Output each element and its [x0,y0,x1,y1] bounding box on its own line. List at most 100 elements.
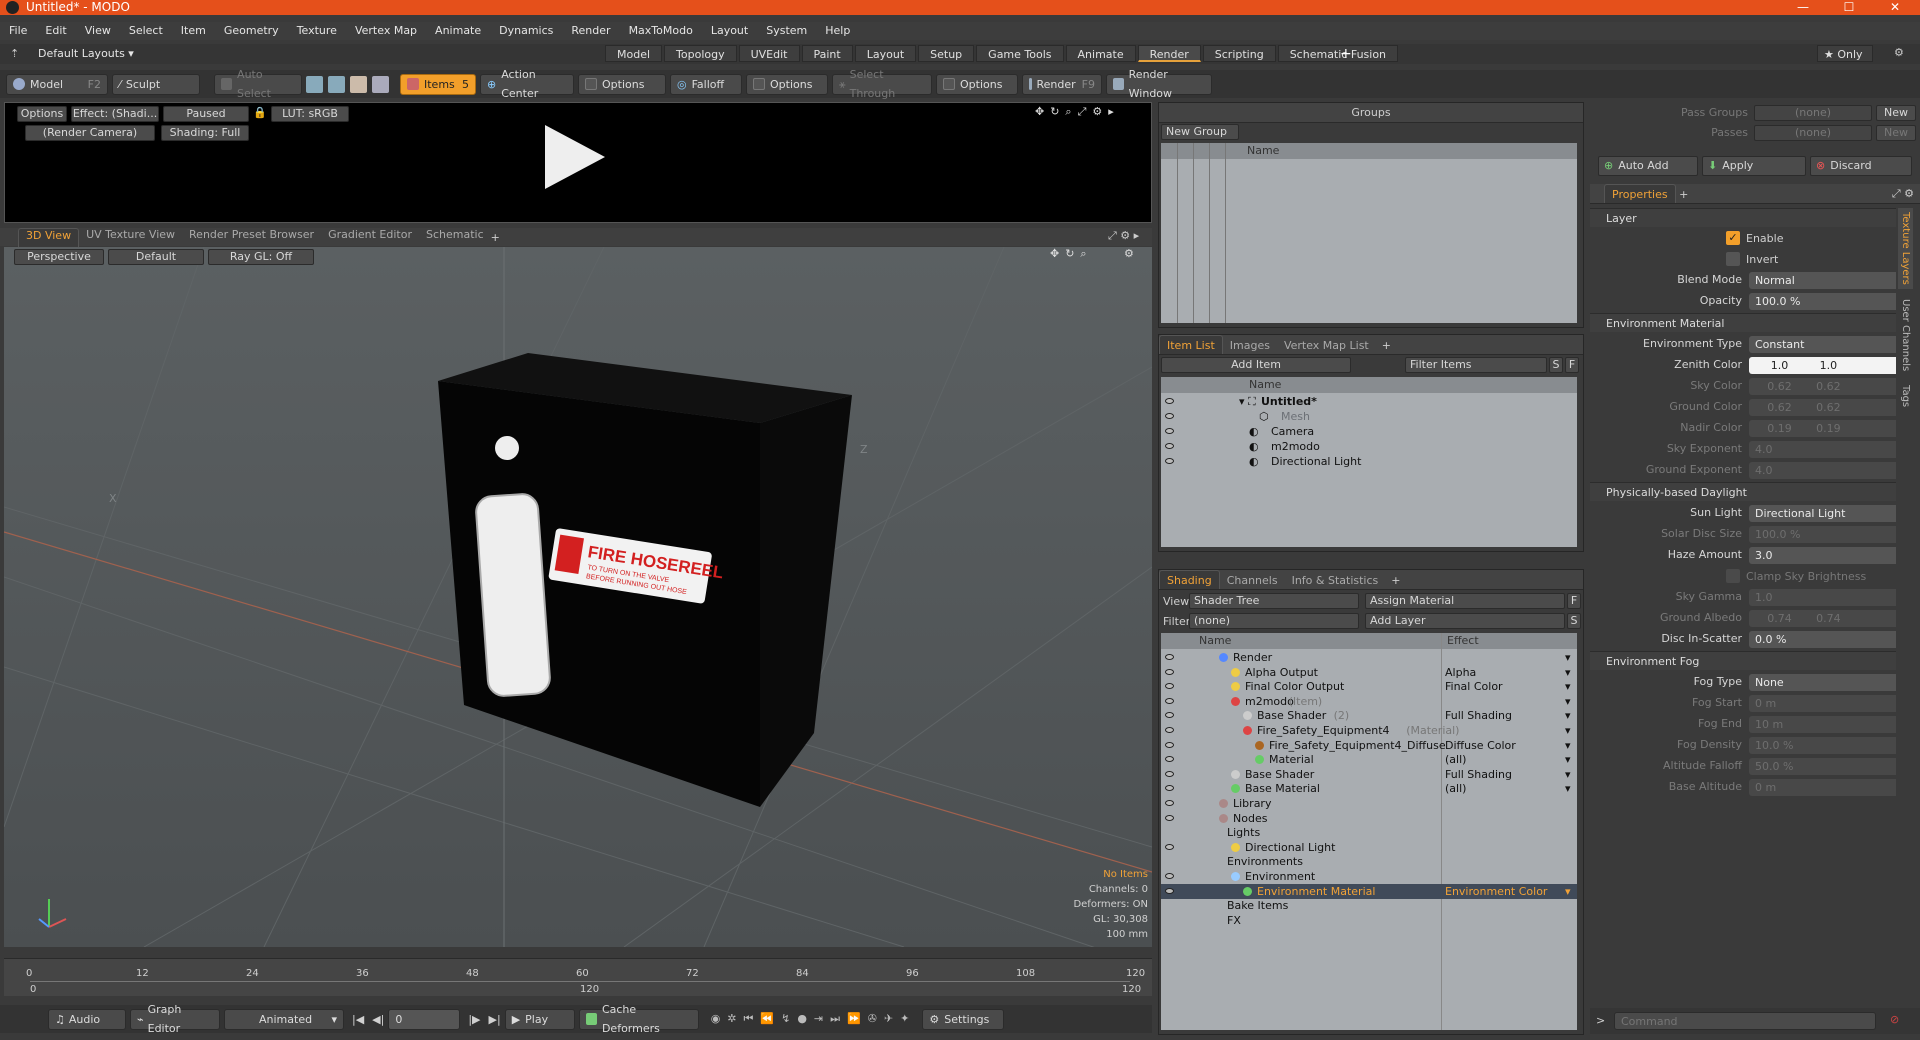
invert-checkbox[interactable] [1726,252,1740,266]
action-center-button[interactable]: ⊕ Action Center [480,68,574,100]
shader-effect[interactable]: Alpha [1445,665,1476,680]
default-dropdown[interactable]: Default [108,249,204,265]
eye-icon[interactable] [1165,843,1174,850]
lut-dropdown[interactable]: LUT: sRGB [271,106,349,122]
shading-dropdown[interactable]: Shading: Full [161,125,249,141]
render-window-button[interactable]: Render Window [1106,68,1212,100]
shader-row[interactable]: Base Material (all) ▾ [1161,781,1577,796]
add-tab-icon[interactable]: + [1382,339,1391,352]
shader-row[interactable]: Bake Items [1161,898,1577,913]
disc-field[interactable]: 0.0 % [1749,631,1896,648]
render-button[interactable]: Render F9 [1022,73,1102,95]
add-layer-dropdown[interactable]: Add Layer [1365,613,1565,629]
menu-render[interactable]: Render [562,22,619,40]
env-type-dropdown[interactable]: Constant [1749,336,1896,353]
settings-button[interactable]: ⚙ Settings [922,1008,1005,1030]
alt-field[interactable]: 50.0 % [1749,758,1896,775]
stop-icon[interactable]: ⊘ [1890,1013,1899,1026]
eye-icon[interactable] [1165,428,1174,434]
layout-tab-topology[interactable]: Topology [664,45,737,62]
tab-images[interactable]: Images [1223,336,1277,355]
shader-effect[interactable]: Diffuse Color [1445,738,1516,753]
layout-tab-setup[interactable]: Setup [918,45,975,62]
tab-render-preset-browser[interactable]: Render Preset Browser [182,228,321,247]
properties-tab[interactable]: Properties [1604,184,1676,203]
minimize-button[interactable]: — [1780,0,1826,15]
chevron-down-icon[interactable]: ▾ [1565,723,1571,738]
vertices-mode-icon[interactable] [306,75,323,93]
layer-section[interactable]: Layer [1590,208,1896,227]
fog-end-field[interactable]: 10 m [1749,716,1896,733]
assign-material-button[interactable]: Assign Material [1365,593,1565,609]
item-row[interactable]: ◐ Camera [1161,424,1577,439]
viewport-nav-icons[interactable]: ✥↻⌕ [1050,247,1093,261]
chevron-down-icon[interactable]: ▾ [1565,708,1571,723]
pass-groups-dropdown[interactable]: (none) [1754,105,1872,121]
eye-icon[interactable] [1165,800,1174,806]
layout-tab-uvedit[interactable]: UVEdit [738,45,800,62]
shader-row[interactable]: Environment Material Environment Color ▾ [1161,883,1577,899]
eye-icon[interactable] [1165,458,1174,464]
pbd-section[interactable]: Physically-based Daylight [1590,482,1896,501]
add-tab-icon[interactable]: + [1391,574,1400,587]
groups-list[interactable]: Name [1161,143,1577,323]
chevron-down-icon[interactable]: ▾ [1565,767,1571,782]
key-tools-icons[interactable]: ◉✲⏮⏪↯●⇥⏭⏩✇✈✦ [711,1012,917,1026]
materials-mode-icon[interactable] [372,75,389,93]
new-pass-button[interactable]: New [1876,125,1916,141]
opacity-field[interactable]: 100.0 % [1749,293,1896,310]
menu-help[interactable]: Help [816,22,859,40]
falloff-button[interactable]: ◎ Falloff [670,73,742,95]
view-dropdown[interactable]: Shader Tree [1189,593,1359,609]
cache-deformers-button[interactable]: Cache Deformers [578,1003,699,1035]
s-toggle[interactable]: S [1567,613,1581,629]
eye-icon[interactable] [1165,668,1174,675]
shader-effect[interactable]: Final Color [1445,679,1503,694]
base-alt-field[interactable]: 0 m [1749,779,1896,796]
new-pass-group-button[interactable]: New [1876,105,1916,121]
model-mode-button[interactable]: Model F2 [6,73,108,95]
f-toggle[interactable]: F [1565,357,1579,373]
fog-type-dropdown[interactable]: None [1749,674,1896,691]
play-button[interactable]: ▶ Play [504,1008,575,1030]
discard-button[interactable]: ⊗ Discard [1810,156,1912,176]
next-frame-icon[interactable]: |▶ [468,1013,480,1026]
paused-button[interactable]: Paused [163,106,249,122]
tab-gradient-editor[interactable]: Gradient Editor [321,228,419,247]
f-toggle[interactable]: F [1567,593,1581,609]
user-channels-tab[interactable]: User Channels [1898,295,1913,375]
eye-icon[interactable] [1165,785,1174,792]
menu-view[interactable]: View [76,22,120,40]
ground-field[interactable]: 0.620.620.62 [1749,399,1896,431]
chevron-down-icon[interactable]: ▾ [1565,752,1571,767]
gear-icon[interactable]: ⚙ [1894,46,1904,59]
s-toggle[interactable]: S [1549,357,1563,373]
chevron-down-icon[interactable]: ▾ [1565,679,1571,694]
enable-checkbox[interactable]: ✓ [1726,231,1740,245]
env-material-section[interactable]: Environment Material [1590,313,1896,332]
eye-icon[interactable] [1165,770,1174,777]
menu-file[interactable]: File [0,22,36,40]
viewport-settings-icon[interactable]: ⚙ [1124,247,1134,260]
shader-effect[interactable]: (all) [1445,752,1466,767]
layout-tab-game-tools[interactable]: Game Tools [976,45,1064,62]
eye-icon[interactable] [1165,398,1174,404]
falloff-options-button[interactable]: Options [746,73,828,95]
shader-row[interactable]: m2modo (Item) ▾ [1161,694,1577,709]
shader-row[interactable]: Directional Light [1161,840,1577,855]
layout-selector[interactable]: Default Layouts ▾ [38,47,134,60]
layout-up-icon[interactable]: ⇡ [10,47,19,60]
preview-nav-icons[interactable]: ✥↻⌕⤢⚙▸ [1035,105,1120,119]
nadir-field[interactable]: 0.190.190.19 [1749,420,1896,452]
tab-vertex-map-list[interactable]: Vertex Map List [1277,336,1376,355]
shader-row[interactable]: Environments [1161,854,1577,869]
eye-icon[interactable] [1165,887,1174,894]
camera-dropdown[interactable]: (Render Camera) [25,125,155,141]
gamma-field[interactable]: 1.0 [1749,589,1896,606]
texture-layers-tab[interactable]: Texture Layers [1898,208,1913,289]
eye-icon[interactable] [1165,683,1174,690]
solar-field[interactable]: 100.0 % [1749,526,1896,543]
layout-tab-animate[interactable]: Animate [1065,45,1136,62]
clamp-checkbox[interactable] [1726,569,1740,583]
items-mode-button[interactable]: Items 5 [400,73,476,95]
